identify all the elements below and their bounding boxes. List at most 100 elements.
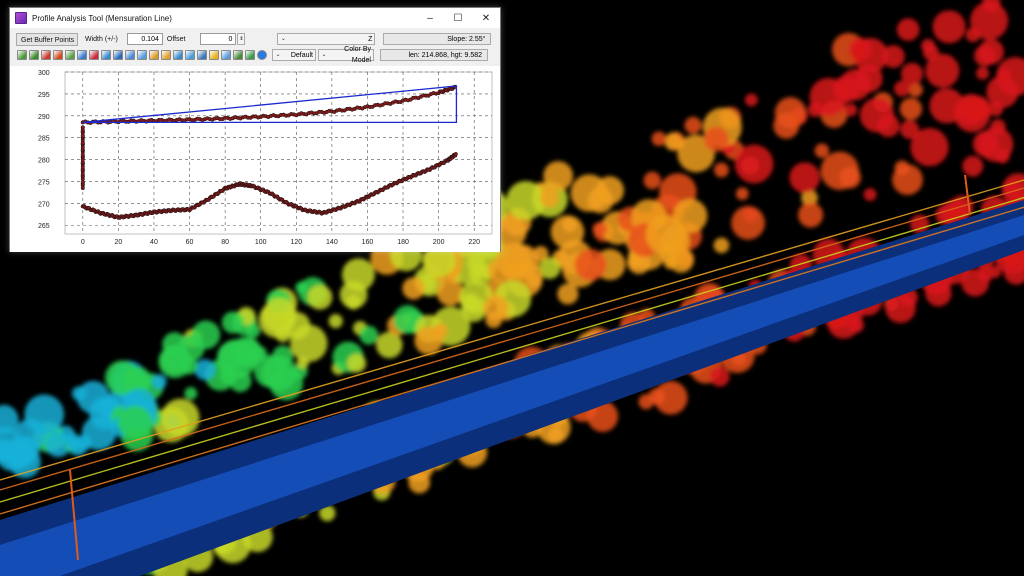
minimize-button[interactable]: – (416, 8, 444, 28)
zoom-in-icon[interactable] (101, 50, 111, 60)
tree-cluster (734, 144, 774, 184)
tree-cluster (595, 176, 625, 205)
ruler-icon[interactable] (77, 50, 87, 60)
offset-spinner[interactable]: ⇕ (237, 33, 246, 45)
tree-cluster (261, 355, 297, 392)
profile-chart[interactable]: 0 20 40 60 80 100 120 140 160 180 200 220 265 270 275 2… (10, 66, 500, 252)
app-icon (15, 12, 27, 24)
help-icon[interactable] (257, 50, 267, 60)
tree-cluster (346, 353, 367, 373)
chart-icon[interactable] (41, 50, 51, 60)
tree-cluster (76, 380, 110, 414)
pan-icon[interactable] (137, 50, 147, 60)
tree-cluster (12, 444, 29, 461)
tree-cluster (328, 314, 343, 329)
y-tick-label: 285 (38, 136, 50, 143)
tree-cluster (550, 215, 585, 249)
offset-input[interactable]: 0 (200, 33, 237, 45)
link-icon[interactable] (65, 50, 75, 60)
expand-icon[interactable] (113, 50, 123, 60)
tree-cluster (910, 128, 949, 167)
tree-cluster (151, 374, 167, 390)
brush-icon[interactable] (53, 50, 63, 60)
width-input[interactable]: 0.104 (126, 33, 163, 45)
tree-cluster (744, 93, 758, 107)
tree-cluster (307, 284, 333, 310)
profile-chart-svg[interactable]: 0 20 40 60 80 100 120 140 160 180 200 220 265 270 275 2… (10, 66, 500, 252)
chevron-down-icon: ⌄ (275, 51, 281, 58)
tree-cluster (789, 162, 820, 193)
zoom-icon[interactable] (125, 50, 135, 60)
profile-analysis-window[interactable]: Profile Analysis Tool (Mensuration Line)… (9, 7, 501, 252)
add-icon[interactable] (29, 50, 39, 60)
tree-cluster (894, 80, 911, 97)
tree-cluster (703, 126, 729, 152)
stamp-icon[interactable] (89, 50, 99, 60)
width-label: Width (+/-) (85, 35, 118, 43)
tree-cluster (990, 119, 1006, 135)
window-titlebar[interactable]: Profile Analysis Tool (Mensuration Line)… (10, 8, 500, 28)
tree-cluster (191, 320, 221, 350)
grid-icon[interactable] (173, 50, 183, 60)
tree-cluster (414, 326, 443, 355)
x-tick-label: 180 (397, 239, 409, 246)
open-icon[interactable] (17, 50, 27, 60)
length-height-readout: len: 214.868, hgt: 9.582 (380, 49, 488, 61)
axis-combo-value: Z (368, 35, 373, 43)
tree-cluster (651, 131, 667, 147)
tree-cluster (798, 202, 824, 228)
chevron-down-icon: ⌄ (280, 35, 286, 42)
tree-cluster (896, 18, 920, 41)
measure-icon[interactable] (149, 50, 159, 60)
tree-cluster (972, 131, 999, 157)
tree-cluster (713, 162, 729, 178)
tool-icon[interactable] (233, 50, 243, 60)
y-tick-label: 300 (38, 70, 50, 77)
tree-cluster (81, 415, 117, 451)
y-tick-label: 270 (38, 201, 50, 208)
y-tick-label: 275 (38, 179, 50, 186)
layers-icon[interactable] (197, 50, 207, 60)
color-combo-value: Color By Model (344, 46, 371, 64)
tree-cluster (592, 221, 608, 237)
x-tick-label: 160 (362, 239, 374, 246)
tree-cluster (643, 171, 661, 190)
tree-cluster (899, 97, 923, 120)
tree-cluster (844, 103, 858, 117)
tree-cluster (262, 297, 297, 333)
tree-cluster (376, 331, 403, 359)
tree-cluster (543, 161, 574, 191)
tree-cluster (184, 387, 198, 400)
tree-cluster (923, 44, 940, 61)
table-icon[interactable] (185, 50, 195, 60)
select-icon[interactable] (161, 50, 171, 60)
style-combo[interactable]: ⌄ Default (272, 49, 316, 61)
slope-readout: Slope: 2.55° (383, 33, 492, 45)
tree-cluster (668, 247, 694, 273)
tree-cluster (69, 438, 87, 456)
export-icon[interactable] (209, 50, 219, 60)
tree-cluster (295, 281, 308, 294)
tree-cluster (976, 66, 990, 80)
tree-cluster (574, 248, 607, 281)
tree-cluster (194, 359, 216, 381)
style-combo-value: Default (290, 51, 313, 59)
pen-icon[interactable] (221, 50, 231, 60)
tree-cluster (296, 356, 309, 369)
close-button[interactable]: ✕ (472, 8, 500, 28)
x-tick-label: 120 (290, 239, 302, 246)
x-tick-label: 200 (433, 239, 445, 246)
tree-cluster (713, 237, 730, 254)
tree-cluster (684, 116, 702, 134)
tree-cluster (731, 206, 765, 240)
x-tick-label: 220 (468, 239, 480, 246)
maximize-button[interactable]: ☐ (444, 8, 472, 28)
get-buffer-points-button[interactable]: Get Buffer Points (16, 32, 78, 46)
tree-cluster (932, 10, 966, 44)
tree-cluster (540, 188, 560, 208)
tree-cluster (460, 292, 480, 312)
tree-cluster (988, 101, 1004, 117)
color-combo[interactable]: ⌄ Color By Model (318, 46, 374, 64)
settings-icon[interactable] (245, 50, 255, 60)
tree-cluster (653, 380, 688, 415)
